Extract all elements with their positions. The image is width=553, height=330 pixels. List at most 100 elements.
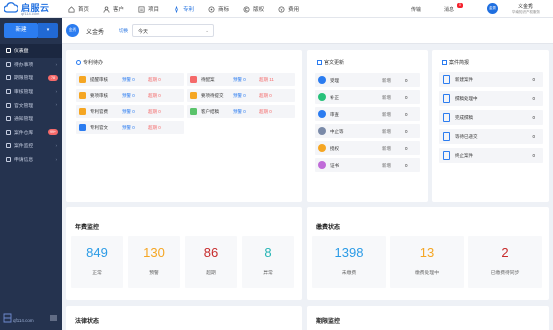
news-value: 0: [405, 145, 408, 151]
task-icon: [79, 124, 86, 131]
transfer-link[interactable]: 传输: [411, 6, 421, 13]
annual-stat[interactable]: 8 异常: [242, 236, 294, 288]
nav-home[interactable]: 首页: [68, 0, 89, 18]
task-item[interactable]: 专利官费 预警 0 超期 0: [76, 105, 184, 118]
nav-trademark[interactable]: 商标: [208, 0, 229, 18]
file-icon: [443, 94, 450, 103]
task-overdue-count[interactable]: 超期 0: [148, 109, 161, 115]
news-item[interactable]: 证书 新增 0: [315, 158, 420, 172]
task-overdue-count[interactable]: 超期 0: [259, 93, 272, 99]
payment-stat[interactable]: 1398 未缴费: [312, 236, 386, 288]
chevron-down-icon: ⌄: [205, 28, 209, 33]
avatar[interactable]: 金秀: [487, 3, 498, 14]
messages-link[interactable]: 消息: [444, 6, 454, 13]
patent-icon: [175, 5, 178, 13]
task-item[interactable]: 要项待提交 预警 0 超期 0: [187, 89, 295, 102]
file-item[interactable]: 新建案件 0: [439, 72, 543, 87]
task-name: 要项待提交: [201, 93, 224, 98]
file-item[interactable]: 撰稿处理中 0: [439, 91, 543, 106]
top-bar: 启服云 qf114.com 首页 客户 项目 专利 商标 版权 费用 传输 消息…: [0, 0, 553, 18]
annual-stat[interactable]: 86 超期: [185, 236, 237, 288]
case-brief-panel: 案件简报 新建案件 0 撰稿处理中 0 完成撰稿 0 等待已递交 0 终止案件 0: [432, 50, 549, 202]
file-name: 新建案件: [455, 77, 473, 82]
nav-patent-label: 专利: [183, 7, 195, 13]
task-name: 客户结稿: [201, 109, 219, 114]
news-item[interactable]: 中止等 新增 0: [315, 124, 420, 138]
task-icon: [190, 76, 197, 83]
annual-stat[interactable]: 849 正常: [71, 236, 123, 288]
news-label: 新增: [382, 77, 391, 83]
stat-label: 未缴费: [341, 271, 357, 276]
notice-icon: [6, 116, 11, 122]
news-item[interactable]: 受理 新增 0: [315, 73, 420, 87]
patent-tasks-panel: 专利待办 提醒审核 预警 0 超期 0 待配案 预警 0 超期 11 要项审核 预警 0 超期 …: [66, 50, 302, 202]
sidebar-item-dashboard[interactable]: 仪表盘: [0, 44, 62, 58]
task-warning-count[interactable]: 预警 0: [233, 77, 246, 83]
switch-link[interactable]: 切换: [119, 28, 128, 34]
chevron-right-icon: ›: [55, 143, 58, 149]
task-item[interactable]: 提醒审核 预警 0 超期 0: [76, 73, 184, 86]
file-item[interactable]: 终止案件 0: [439, 148, 543, 163]
annual-stat[interactable]: 130 预警: [128, 236, 180, 288]
subheader-name: 义金秀: [86, 30, 105, 36]
task-icon: [190, 92, 197, 99]
task-warning-count[interactable]: 预警 0: [122, 125, 135, 131]
todo-icon: [6, 61, 11, 67]
payment-stat[interactable]: 13 缴费处理中: [390, 236, 464, 288]
news-item[interactable]: 授权 新增 0: [315, 141, 420, 155]
main-nav: 首页 客户 项目 专利 商标 版权 费用: [68, 0, 313, 18]
task-overdue-count[interactable]: 超期 0: [148, 125, 161, 131]
task-icon: [79, 92, 86, 99]
nav-project[interactable]: 项目: [138, 0, 159, 18]
task-item[interactable]: 专利官文 预警 0 超期 0: [76, 121, 184, 134]
task-warning-count[interactable]: 预警 0: [122, 109, 135, 115]
task-warning-count[interactable]: 预警 0: [233, 109, 246, 115]
file-item[interactable]: 完成撰稿 0: [439, 110, 543, 125]
stat-value: 13: [419, 245, 435, 260]
sidebar-item-deadline[interactable]: 期限管理 78: [0, 71, 62, 85]
sidebar-item-apply[interactable]: 申请信息 ›: [0, 153, 62, 167]
user-name[interactable]: 义金秀: [503, 3, 548, 10]
sidebar-item-review[interactable]: 审核管理 ›: [0, 85, 62, 99]
task-item[interactable]: 要项审核 预警 0 超期 0: [76, 89, 184, 102]
sidebar-item-label: 案件仓库: [14, 130, 34, 136]
deadline-title: 期限监控: [316, 319, 341, 325]
file-value: 0: [532, 115, 535, 120]
nav-customer[interactable]: 客户: [103, 0, 124, 18]
task-warning-count[interactable]: 预警 0: [233, 93, 246, 99]
task-warning-count[interactable]: 预警 0: [122, 93, 135, 99]
sidebar-item-monitor[interactable]: 案件监控 ›: [0, 139, 62, 153]
task-overdue-count[interactable]: 超期 11: [259, 77, 274, 83]
task-icon: [190, 108, 197, 115]
nav-patent[interactable]: 专利: [173, 0, 194, 18]
sidebar-item-warehouse[interactable]: 案件仓库 99+: [0, 126, 62, 140]
task-overdue-count[interactable]: 超期 0: [148, 93, 161, 99]
nav-copyright[interactable]: 版权: [243, 0, 264, 18]
stat-label: 异常: [263, 271, 273, 276]
stat-value: 849: [86, 245, 108, 260]
payment-stat[interactable]: 2 已缴费待同步: [468, 236, 542, 288]
task-item[interactable]: 待配案 预警 0 超期 11: [187, 73, 295, 86]
menu-icon[interactable]: [50, 315, 57, 321]
nav-fee[interactable]: 费用: [278, 0, 299, 18]
brand-logo[interactable]: 启服云 qf114.com: [4, 1, 56, 17]
task-warning-count[interactable]: 预警 0: [122, 77, 135, 83]
news-status-icon: [318, 93, 326, 101]
task-name: 专利官文: [90, 125, 108, 130]
sidebar-item-notice[interactable]: 通知管理: [0, 112, 62, 126]
sidebar-item-todo[interactable]: 待办事项 ›: [0, 58, 62, 72]
new-dropdown-button[interactable]: ▾: [38, 23, 58, 38]
file-item[interactable]: 等待已递交 0: [439, 129, 543, 144]
monitor-icon: [6, 143, 11, 149]
task-overdue-count[interactable]: 超期 0: [148, 77, 161, 83]
period-select[interactable]: 今天 ⌄: [132, 24, 214, 37]
footer-domain: qf114.com: [13, 318, 34, 323]
news-label: 新增: [382, 94, 391, 100]
chevron-right-icon: ›: [55, 61, 58, 67]
news-item[interactable]: 审查 新增 0: [315, 107, 420, 121]
task-item[interactable]: 客户结稿 预警 0 超期 0: [187, 105, 295, 118]
news-item[interactable]: 补正 新增 0: [315, 90, 420, 104]
task-overdue-count[interactable]: 超期 0: [259, 109, 272, 115]
sidebar-item-official[interactable]: 官文管理 ›: [0, 98, 62, 112]
new-button[interactable]: 新建: [4, 23, 38, 38]
